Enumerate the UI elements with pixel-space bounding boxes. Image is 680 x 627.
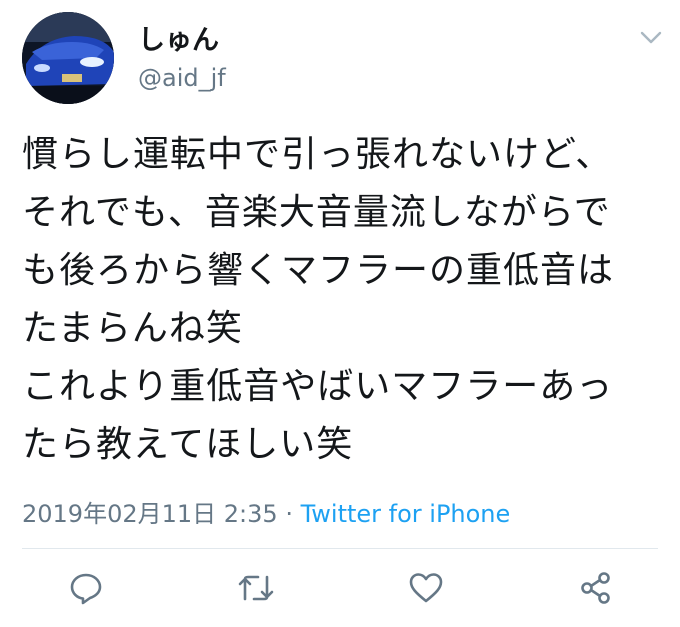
timestamp[interactable]: 2019年02月11日 2:35	[22, 500, 278, 528]
chevron-down-icon[interactable]	[640, 30, 662, 44]
source-link[interactable]: Twitter for iPhone	[301, 500, 511, 528]
meta-separator: ·	[277, 500, 301, 528]
divider	[22, 548, 658, 549]
like-icon	[409, 573, 443, 603]
reply-button[interactable]	[62, 566, 110, 610]
tweet-line: 慣らし運転中で引っ張れないけど、	[22, 134, 613, 175]
share-icon	[581, 572, 610, 604]
tweet-line: たら教えてほしい笑	[22, 424, 354, 465]
display-name[interactable]: しゅん	[138, 18, 219, 57]
retweet-icon	[238, 575, 274, 601]
tweet-line: も後ろから響くマフラーの重低音は	[22, 250, 615, 291]
like-button[interactable]	[402, 566, 450, 610]
tweet-line: たまらんね笑	[22, 308, 243, 349]
tweet-text: 慣らし運転中で引っ張れないけど、 それでも、音楽大音量流しながらで も後ろから響…	[22, 126, 662, 474]
avatar[interactable]	[22, 12, 114, 104]
share-button[interactable]	[572, 566, 620, 610]
reply-icon	[70, 573, 102, 605]
user-handle[interactable]: @aid_jf	[138, 64, 226, 92]
tweet-meta: 2019年02月11日 2:35 · Twitter for iPhone	[22, 494, 510, 529]
car-photo	[22, 12, 114, 104]
retweet-button[interactable]	[232, 566, 280, 610]
tweet-line: これより重低音やばいマフラーあっ	[22, 366, 614, 407]
tweet-line: それでも、音楽大音量流しながらで	[22, 192, 611, 233]
